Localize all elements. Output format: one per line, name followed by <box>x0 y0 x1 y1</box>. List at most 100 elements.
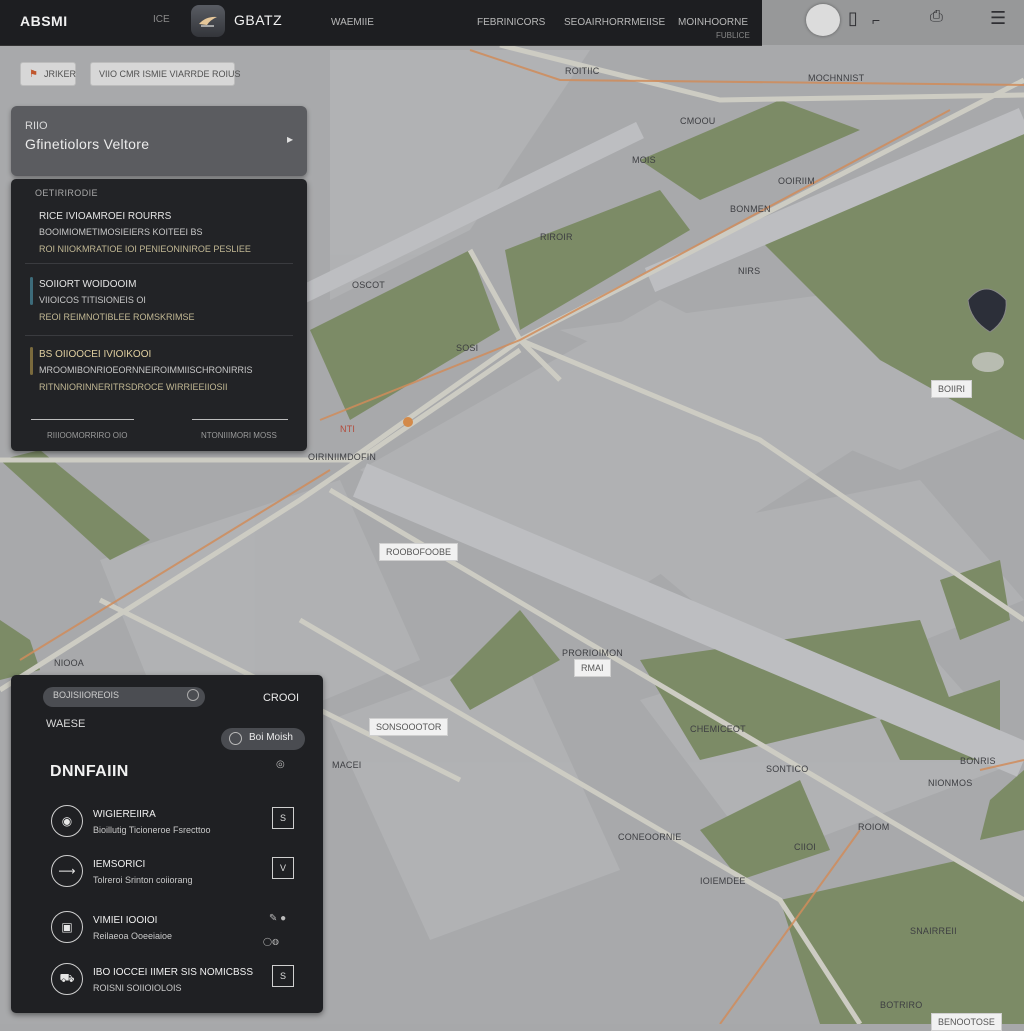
breadcrumb-chip[interactable]: VIIO CMR ISMIE VIARRDE ROIUS <box>90 62 241 86</box>
chip-label: JRIKER <box>43 69 76 79</box>
app-logo-icon[interactable] <box>191 5 225 37</box>
route-action-button[interactable]: S <box>272 807 294 829</box>
route-option-row[interactable]: ⛟ IBO IOCCEI IIMER SIS NOMICBSS ROISNI S… <box>11 963 323 1013</box>
route-title: WIGIEREIIRA <box>93 809 156 820</box>
nav-link[interactable]: MOINHOORNE <box>678 17 748 28</box>
menu-icon[interactable]: ☰ <box>990 8 1006 29</box>
result-detail: RITNNIORINNERITRSDROCE WIRRIEEIIOSII <box>39 382 228 392</box>
car-icon: ⛟ <box>51 963 83 995</box>
result-subtitle: MROOMIBONRIOEORNNEIROIMMIISCHRONIRRIS <box>39 365 253 375</box>
route-title: IBO IOCCEI IIMER SIS NOMICBSS <box>93 967 254 978</box>
app-title: GBATZ <box>234 12 283 28</box>
panel-heading: DNNFAIIN <box>50 763 129 780</box>
map-label: SOSI <box>456 343 479 353</box>
road-tag[interactable]: SONSOOOTOR <box>369 718 449 736</box>
toggle-icon[interactable]: ◯◍ <box>263 937 279 946</box>
search-card-value[interactable]: Gfinetiolors Veltore <box>25 136 149 152</box>
route-subtitle: ROISNI SOIIOIOLOIS <box>93 983 182 993</box>
result-subtitle: VIIOICOS TITISIONEIS OI <box>39 295 146 305</box>
user-avatar[interactable] <box>806 4 840 36</box>
panel-right-label[interactable]: CROOI <box>263 692 299 704</box>
road-tag[interactable]: ROOBOFOOBE <box>379 543 459 561</box>
map-label: BONRIS <box>960 756 996 766</box>
expand-arrow-icon[interactable]: ▸ <box>287 132 293 146</box>
map-label: ROITIIC <box>565 66 600 76</box>
map-label: NIOOA <box>54 658 85 668</box>
bracket-icon[interactable]: ⌐ <box>872 12 880 28</box>
divider <box>25 335 293 336</box>
map-label: PRORIOIMON <box>562 648 624 658</box>
map-label: MOCHNNIST <box>808 73 865 83</box>
mode-pill-label: Boi Moish <box>249 732 293 743</box>
route-option-row[interactable]: ◉ WIGIEREIIRA Bioillutig Ticioneroe Fsre… <box>11 805 323 855</box>
search-card-label: RIIO <box>25 120 48 132</box>
result-detail: REOI REIMNOTIBLEE ROMSKRIMSE <box>39 312 195 322</box>
map-label: BOTRIRO <box>880 1000 923 1010</box>
map-label: SNAIRREII <box>910 926 957 936</box>
route-action-button[interactable]: S <box>272 965 294 987</box>
map-label: BONMEN <box>730 204 771 214</box>
map-label: CHEMICEOT <box>690 724 746 734</box>
road-tag[interactable]: BENOOTOSE <box>931 1013 1002 1031</box>
footer-underline <box>192 419 288 420</box>
result-detail: ROI NIIOKMRATIOE IOI PENIEONINIROE PESLI… <box>39 244 251 254</box>
nav-link[interactable]: FEBRINICORS <box>477 17 545 28</box>
compass-icon: ◉ <box>51 805 83 837</box>
result-subtitle: BOOIMIOMETIMOSIEIERS KOITEEI BS <box>39 227 203 237</box>
topbar-tools <box>762 0 1024 45</box>
panel-label: WAESE <box>46 718 86 730</box>
route-action-button[interactable]: V <box>272 857 294 879</box>
footer-underline <box>31 419 134 420</box>
route-icon: ⟶ <box>51 855 83 887</box>
results-footer-link[interactable]: NTONIIIMORI MOSS <box>201 431 277 440</box>
map-label: OIRINIIMDOFIN <box>308 452 377 462</box>
info-icon[interactable]: ◎ <box>276 759 285 770</box>
mode-pill-button[interactable]: Boi Moish <box>221 728 305 750</box>
location-search-card[interactable]: RIIO Gfinetiolors Veltore ▸ <box>11 106 307 176</box>
divider <box>25 263 293 264</box>
map-label: CIIOI <box>794 842 817 852</box>
route-option-row[interactable]: ▣ VIMIEI IOOIOI Reilaeoa Ooeeiaioe ✎ ● ◯… <box>11 911 323 961</box>
route-title: VIMIEI IOOIOI <box>93 915 158 926</box>
road-tag[interactable]: RMAI <box>574 659 611 677</box>
nav-link[interactable]: WAEMIIE <box>331 17 374 28</box>
map-label: RIROIR <box>540 232 573 242</box>
map-label: MOIS <box>632 155 656 165</box>
print-icon[interactable]: ⎙ <box>930 8 943 26</box>
search-placeholder: BOJISIIOREOIS <box>53 690 120 700</box>
brand-subtitle: ICE <box>153 14 170 25</box>
map-label: ROIOM <box>858 822 890 832</box>
brand-name[interactable]: ABSMI <box>20 13 68 29</box>
directions-panel: BOJISIIOREOIS CROOI WAESE Boi Moish DNNF… <box>11 675 323 1013</box>
chip-label: VIIO CMR ISMIE VIARRDE ROIUS <box>99 69 241 79</box>
filter-chip[interactable]: ⚑ JRIKER <box>20 62 76 86</box>
map-label: NTI <box>340 424 356 434</box>
result-accent-bar <box>30 347 33 375</box>
map-label: MACEI <box>332 760 362 770</box>
edit-icon[interactable]: ✎ ● <box>269 913 286 924</box>
route-subtitle: Reilaeoa Ooeeiaioe <box>93 931 173 941</box>
results-panel: OETIRIRODIE RICE IVIOAMROEI ROURRS BOOIM… <box>11 179 307 451</box>
results-header: OETIRIRODIE <box>35 188 98 198</box>
map-label: SONTICO <box>766 764 809 774</box>
road-tag[interactable]: BOIIRI <box>931 380 973 398</box>
map-label: OOIRIIM <box>778 176 815 186</box>
map-label: NIRS <box>738 266 761 276</box>
results-footer-link[interactable]: RIIIOOMORRIRO OIO <box>47 431 127 440</box>
map-label: CONEOORNIE <box>618 832 682 842</box>
layers-toggle-icon[interactable]: ▯ <box>848 8 858 29</box>
result-title: BS OIIOOCEI IVIOIKOOI <box>39 349 152 360</box>
search-icon[interactable] <box>187 689 199 701</box>
nav-sublabel: FUBLICE <box>716 31 750 40</box>
top-navigation-bar: ABSMI ICE GBATZ WAEMIIE FEBRINICORS SEOA… <box>0 0 762 46</box>
flag-icon: ⚑ <box>29 68 38 80</box>
map-poi-marker-icon[interactable] <box>403 417 413 427</box>
route-title: IEMSORICI <box>93 859 146 870</box>
route-subtitle: Tolreroi Srinton coiiorang <box>93 875 193 885</box>
nav-link[interactable]: SEOAIRHORRMEIISE <box>564 17 665 28</box>
panel-search-input[interactable]: BOJISIIOREOIS <box>43 687 205 707</box>
result-title: RICE IVIOAMROEI ROURRS <box>39 211 172 222</box>
map-label: CMOOU <box>680 116 716 126</box>
route-option-row[interactable]: ⟶ IEMSORICI Tolreroi Srinton coiiorang V <box>11 855 323 905</box>
result-title: SOIIORT WOIDOOIM <box>39 279 137 290</box>
